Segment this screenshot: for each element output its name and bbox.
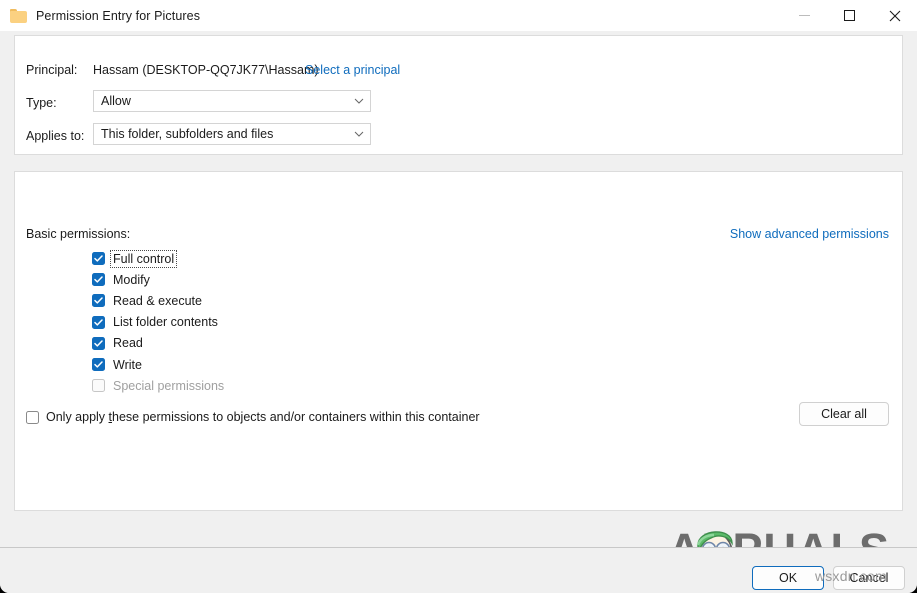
close-button[interactable] [872, 0, 917, 31]
principal-panel: Principal: Hassam (DESKTOP-QQ7JK77\Hassa… [14, 35, 903, 155]
only-apply-row[interactable]: Only apply these permissions to objects … [26, 410, 480, 424]
chevron-down-icon [348, 131, 370, 137]
permission-label: Read [112, 336, 144, 350]
permission-checkbox [92, 379, 105, 392]
permission-label: Read & execute [112, 294, 203, 308]
window-controls [782, 0, 917, 31]
minimize-icon [799, 15, 810, 16]
permission-checkbox[interactable] [92, 337, 105, 350]
permission-row[interactable]: Read [92, 333, 512, 354]
permissions-panel: Basic permissions: Show advanced permiss… [14, 171, 903, 511]
close-icon [889, 10, 901, 22]
maximize-button[interactable] [827, 0, 872, 31]
only-apply-label: Only apply these permissions to objects … [46, 410, 480, 424]
applies-to-selected-value: This folder, subfolders and files [94, 127, 348, 141]
permission-row[interactable]: List folder contents [92, 312, 512, 333]
type-selected-value: Allow [94, 94, 348, 108]
dialog-footer: OK Cancel [0, 547, 917, 593]
permission-row[interactable]: Modify [92, 269, 512, 290]
minimize-button[interactable] [782, 0, 827, 31]
permission-checkbox[interactable] [92, 358, 105, 371]
select-a-principal-link[interactable]: Select a principal [305, 63, 400, 77]
applies-to-dropdown[interactable]: This folder, subfolders and files [93, 123, 371, 145]
permission-entry-dialog: Permission Entry for Pictures Principal:… [0, 0, 917, 593]
permission-label: Modify [112, 273, 151, 287]
applies-to-label: Applies to: [26, 129, 84, 143]
clear-all-button[interactable]: Clear all [799, 402, 889, 426]
permission-row[interactable]: Special permissions [92, 375, 512, 396]
type-label: Type: [26, 96, 57, 110]
permission-checkbox[interactable] [92, 294, 105, 307]
principal-label: Principal: [26, 63, 77, 77]
permission-row[interactable]: Full control [92, 248, 512, 269]
type-dropdown[interactable]: Allow [93, 90, 371, 112]
permission-checkbox[interactable] [92, 273, 105, 286]
permission-row[interactable]: Write [92, 354, 512, 375]
window-title: Permission Entry for Pictures [36, 9, 200, 23]
title-bar: Permission Entry for Pictures [0, 0, 917, 31]
title-bar-left: Permission Entry for Pictures [10, 0, 200, 31]
dialog-content: Principal: Hassam (DESKTOP-QQ7JK77\Hassa… [0, 31, 917, 547]
maximize-icon [844, 10, 855, 21]
basic-permissions-label: Basic permissions: [26, 227, 130, 241]
permission-label: Full control [112, 252, 175, 266]
chevron-down-icon [348, 98, 370, 104]
show-advanced-permissions-link[interactable]: Show advanced permissions [730, 227, 889, 241]
ok-button[interactable]: OK [752, 566, 824, 590]
basic-permissions-list: Full control Modify Read & execute List fol… [92, 248, 512, 396]
folder-icon [10, 9, 27, 23]
permission-label: Special permissions [112, 379, 225, 393]
permission-checkbox[interactable] [92, 316, 105, 329]
permission-checkbox[interactable] [92, 252, 105, 265]
permission-label: Write [112, 358, 143, 372]
principal-value: Hassam (DESKTOP-QQ7JK77\Hassam) [93, 63, 319, 77]
only-apply-checkbox[interactable] [26, 411, 39, 424]
permission-row[interactable]: Read & execute [92, 290, 512, 311]
permission-label: List folder contents [112, 315, 219, 329]
cancel-button[interactable]: Cancel [833, 566, 905, 590]
